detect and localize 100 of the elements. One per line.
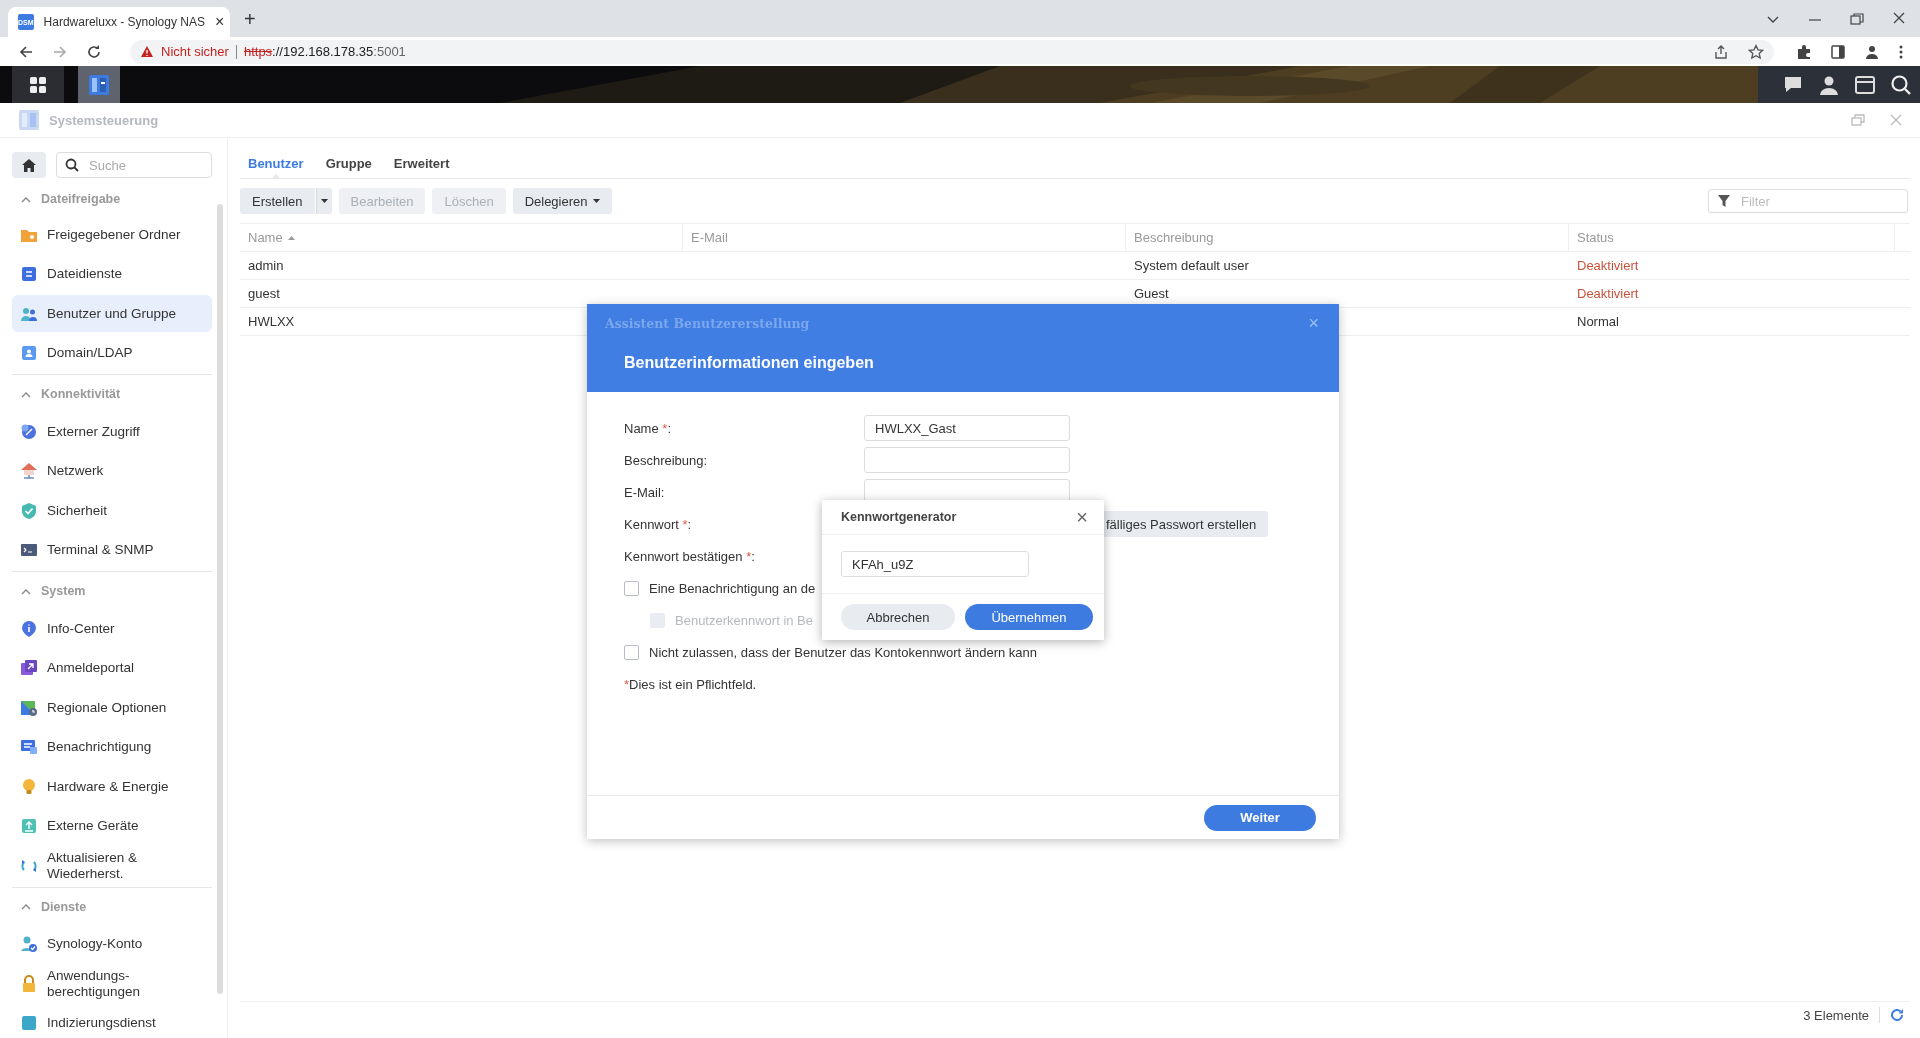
sidebar-item[interactable]: Terminal & SNMP — [12, 531, 212, 569]
lightbulb-icon — [20, 777, 38, 796]
field-label: E-Mail: — [624, 484, 665, 500]
dialog-title: Kennwortgenerator — [841, 510, 957, 524]
field-label: Beschreibung: — [624, 452, 708, 468]
sort-icon — [287, 235, 295, 240]
password-field[interactable]: KFAh_u9Z — [841, 551, 1029, 577]
sidebar-item[interactable]: Info-Center — [12, 610, 212, 647]
home-icon — [21, 157, 37, 173]
tab[interactable]: Gruppe — [325, 156, 372, 178]
sidebar-item[interactable]: Anwendungs-berechtigungen — [12, 965, 212, 1002]
globe-link-icon — [20, 422, 38, 441]
reload-icon[interactable] — [86, 43, 102, 60]
chevron-down-icon[interactable] — [1766, 15, 1780, 25]
back-icon[interactable] — [18, 43, 34, 60]
menu-icon[interactable] — [1898, 43, 1904, 60]
sidebar-item[interactable]: Externer Zugriff — [12, 413, 212, 450]
chevron-up-icon — [21, 390, 31, 398]
terminal-icon — [20, 541, 38, 559]
file-services-icon — [20, 265, 38, 283]
tab[interactable]: Benutzer — [248, 156, 304, 178]
table-cell: System default user — [1134, 258, 1249, 273]
house-network-icon — [20, 462, 38, 480]
create-button[interactable]: Erstellen — [240, 188, 315, 214]
input-field[interactable] — [864, 447, 1070, 473]
sidebar-item[interactable]: Sicherheit — [12, 492, 212, 529]
checkbox[interactable] — [624, 644, 639, 660]
sidebar-item[interactable]: Benutzer und Gruppe — [12, 295, 212, 332]
table-cell: Guest — [1134, 286, 1169, 301]
search-icon[interactable] — [1890, 73, 1912, 96]
generate-password-button[interactable]: fälliges Passwort erstellen — [1104, 511, 1269, 537]
main-menu-button[interactable] — [12, 66, 64, 103]
checkbox[interactable] — [624, 580, 639, 596]
menu-button[interactable]: Delegieren — [512, 188, 612, 214]
refresh-icon[interactable] — [1890, 1008, 1904, 1022]
taskbar-app-button[interactable] — [78, 66, 120, 103]
field-label: Kennwort bestätigen *: — [624, 548, 755, 564]
portal-icon — [20, 659, 38, 677]
new-tab-button[interactable]: + — [244, 8, 256, 31]
region-icon — [20, 698, 38, 717]
restore-icon[interactable] — [1850, 13, 1864, 25]
share-icon[interactable] — [1713, 43, 1729, 60]
next-button[interactable]: Weiter — [1204, 804, 1316, 831]
filter-input[interactable]: Filter — [1739, 192, 1893, 210]
shield-icon — [20, 501, 38, 520]
chevron-up-icon — [21, 195, 31, 203]
caret-icon — [320, 199, 328, 203]
profile-icon[interactable] — [1864, 43, 1880, 60]
tab[interactable]: Erweitert — [393, 156, 450, 178]
dropdown-button[interactable] — [315, 188, 332, 214]
close-tab-button[interactable]: × — [214, 13, 225, 31]
index-icon — [20, 1014, 38, 1032]
apply-button[interactable]: Übernehmen — [965, 604, 1093, 630]
directory-icon — [20, 344, 38, 362]
window-title: Systemsteuerung — [49, 112, 159, 128]
security-warning[interactable]: Nicht sicher — [161, 44, 229, 59]
checkbox-label: Benutzerkennwort in Be — [675, 612, 814, 628]
sidebar-item[interactable]: Hardware & Energie — [12, 768, 212, 805]
checkbox-label: Eine Benachrichtigung an de — [649, 580, 816, 596]
sidebar-item[interactable]: Indizierungsdienst — [12, 1004, 212, 1038]
checkbox-label: Nicht zulassen, dass der Benutzer das Kontokennwort ändern kann — [649, 644, 1038, 660]
table-cell: admin — [248, 258, 284, 273]
warning-icon — [140, 45, 154, 58]
close-button[interactable]: × — [1076, 505, 1088, 529]
input-field[interactable]: HWLXX_Gast — [864, 415, 1070, 441]
required-note: *Dies ist ein Pflichtfeld. — [624, 675, 758, 694]
sidebar-item[interactable]: Freigegebener Ordner — [12, 216, 212, 253]
widgets-icon[interactable] — [1854, 73, 1876, 96]
lock-icon — [20, 974, 38, 993]
sidebar-item[interactable]: Domain/LDAP — [12, 334, 212, 372]
sidebar-item[interactable]: Synology-Konto — [12, 925, 212, 963]
search-input[interactable]: Suche — [87, 156, 191, 174]
scrollbar[interactable] — [217, 204, 223, 994]
control-panel-icon — [88, 73, 110, 96]
sidebar-item[interactable]: Regionale Optionen — [12, 689, 212, 726]
star-icon[interactable] — [1748, 43, 1764, 60]
sidebar-item[interactable]: Aktualisieren & Wiederherst. — [12, 847, 212, 884]
puzzle-icon[interactable] — [1796, 43, 1812, 60]
close-icon[interactable] — [1892, 11, 1906, 25]
search-icon — [65, 158, 79, 172]
table-cell: HWLXX — [248, 314, 295, 329]
search-field[interactable]: Suche — [56, 152, 212, 178]
sidebar-item[interactable]: Dateidienste — [12, 255, 212, 293]
sidebar-item[interactable]: Benachrichtigung — [12, 728, 212, 766]
dialog-title: Assistent Benutzererstellung — [605, 315, 810, 331]
cancel-button[interactable]: Abbrechen — [841, 604, 955, 630]
sidebar-item[interactable]: Netzwerk — [12, 452, 212, 490]
sidebar-item[interactable]: Anmeldeportal — [12, 649, 212, 687]
upload-device-icon — [20, 817, 38, 835]
caret-icon — [592, 199, 600, 203]
info-icon — [20, 619, 38, 638]
filter-field[interactable]: Filter — [1708, 189, 1908, 213]
dialog-heading: Benutzerinformationen eingeben — [623, 354, 875, 372]
status-text: Deaktiviert — [1577, 286, 1639, 301]
sidebar-item[interactable]: Externe Geräte — [12, 807, 212, 845]
side-panel-icon[interactable] — [1830, 43, 1846, 60]
tab-title: Hardwareluxx - Synology NAS — [43, 15, 205, 29]
home-button[interactable] — [12, 152, 46, 178]
notification-icon — [20, 738, 38, 756]
address-field[interactable]: Nicht sicher https://192.168.178.35:5001 — [130, 39, 1774, 64]
